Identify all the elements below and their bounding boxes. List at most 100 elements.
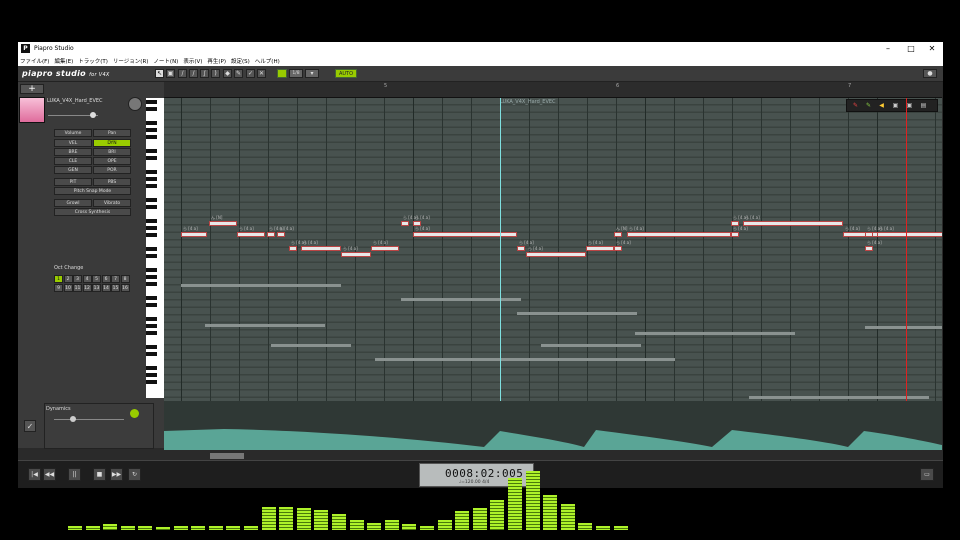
close-icon[interactable]: ✕: [922, 42, 942, 55]
mixer-icon[interactable]: ▤: [919, 102, 928, 110]
oct-button-7[interactable]: 7: [111, 275, 120, 283]
scroll-thumb[interactable]: [210, 453, 244, 459]
line-tool-icon[interactable]: /: [189, 69, 198, 78]
note[interactable]: [237, 232, 265, 237]
quantize-select[interactable]: 1/8: [289, 69, 303, 78]
note[interactable]: [731, 232, 739, 237]
param-ope[interactable]: OPE: [93, 157, 131, 165]
grid-toggle[interactable]: [277, 69, 287, 78]
vibrato-button[interactable]: Vibrato: [93, 199, 131, 207]
oct-button-6[interactable]: 6: [101, 275, 111, 283]
note[interactable]: [877, 232, 942, 237]
note[interactable]: [865, 232, 873, 237]
oct-button-15[interactable]: 15: [111, 284, 120, 292]
piano-roll[interactable]: 5 6 7 LUKA_V4X_Hard_EVEC ✎ ✎ ◀ ▣ ▣ ▤ ら […: [164, 82, 942, 450]
black-key[interactable]: [146, 198, 157, 202]
oct-button-5[interactable]: 5: [92, 275, 101, 283]
oct-button-14[interactable]: 14: [101, 284, 111, 292]
timeline-ruler[interactable]: 5 6 7: [164, 82, 942, 98]
note[interactable]: [209, 221, 237, 226]
copy-icon[interactable]: ▣: [891, 102, 900, 110]
black-key[interactable]: [146, 177, 157, 181]
black-key[interactable]: [146, 184, 157, 188]
minimize-icon[interactable]: –: [878, 42, 898, 55]
pitch-snap-mode-button[interactable]: Pitch Snap Mode: [54, 187, 131, 195]
note[interactable]: [743, 221, 843, 226]
black-key[interactable]: [146, 275, 157, 279]
auto-button[interactable]: AUTO: [335, 69, 357, 78]
black-key[interactable]: [146, 303, 157, 307]
black-key[interactable]: [146, 149, 157, 153]
cross-synthesis-button[interactable]: Cross Synthesis: [54, 208, 131, 216]
track-slider-handle[interactable]: [90, 112, 96, 118]
black-key[interactable]: [146, 254, 157, 258]
oct-button-12[interactable]: 12: [82, 284, 92, 292]
playhead[interactable]: [500, 98, 501, 450]
black-key[interactable]: [146, 100, 157, 104]
note[interactable]: [277, 232, 285, 237]
oct-button-3[interactable]: 3: [73, 275, 82, 283]
param-por[interactable]: POR: [93, 166, 131, 174]
black-key[interactable]: [146, 156, 157, 160]
menu-file[interactable]: ファイル(F): [20, 57, 49, 65]
menu-help[interactable]: ヘルプ(H): [255, 57, 280, 65]
pencil-green-icon[interactable]: ✎: [864, 102, 873, 110]
note[interactable]: [614, 246, 622, 251]
note[interactable]: [371, 246, 399, 251]
note[interactable]: [289, 246, 297, 251]
menu-track[interactable]: トラック(T): [78, 57, 108, 65]
black-key[interactable]: [146, 345, 157, 349]
black-key[interactable]: [146, 107, 157, 111]
dynamics-slider-handle[interactable]: [70, 416, 76, 422]
note[interactable]: [627, 232, 731, 237]
menu-note[interactable]: ノート(N): [153, 57, 178, 65]
black-key[interactable]: [146, 135, 157, 139]
param-cle[interactable]: CLE: [54, 157, 92, 165]
black-key[interactable]: [146, 331, 157, 335]
param-dyn[interactable]: DYN: [93, 139, 131, 147]
black-key[interactable]: [146, 317, 157, 321]
loop-end-marker[interactable]: [906, 98, 907, 450]
oct-button-4[interactable]: 4: [82, 275, 92, 283]
note[interactable]: [865, 246, 873, 251]
param-pbs[interactable]: PBS: [93, 178, 131, 186]
pencil-red-icon[interactable]: ✎: [851, 102, 860, 110]
black-key[interactable]: [146, 219, 157, 223]
note[interactable]: [526, 252, 586, 257]
note[interactable]: [181, 232, 207, 237]
black-key[interactable]: [146, 170, 157, 174]
marker-tool-icon[interactable]: ✎: [234, 69, 243, 78]
black-key[interactable]: [146, 352, 157, 356]
note[interactable]: [586, 246, 614, 251]
note[interactable]: [267, 232, 275, 237]
black-key[interactable]: [146, 282, 157, 286]
cancel-tool-icon[interactable]: ✕: [257, 69, 266, 78]
oct-button-1[interactable]: 1: [54, 275, 63, 283]
black-key[interactable]: [146, 324, 157, 328]
pointer-tool-icon[interactable]: ▣: [166, 69, 175, 78]
track-volume-knob[interactable]: [128, 97, 142, 111]
growl-button[interactable]: Growl: [54, 199, 92, 207]
oct-button-10[interactable]: 10: [63, 284, 73, 292]
note[interactable]: [401, 221, 409, 226]
note[interactable]: [517, 246, 525, 251]
settings-icon[interactable]: ●: [923, 69, 937, 78]
check-tool-icon[interactable]: ✓: [246, 69, 255, 78]
dynamics-lane[interactable]: [164, 401, 942, 450]
param-pit[interactable]: PIT: [54, 178, 92, 186]
param-gen[interactable]: GEN: [54, 166, 92, 174]
menu-view[interactable]: 表示(V): [183, 57, 202, 65]
black-key[interactable]: [146, 226, 157, 230]
horizontal-scrollbar[interactable]: [164, 452, 942, 460]
black-key[interactable]: [146, 296, 157, 300]
param-bri[interactable]: BRI: [93, 148, 131, 156]
note[interactable]: [341, 252, 371, 257]
black-key[interactable]: [146, 128, 157, 132]
add-track-button[interactable]: +: [20, 84, 44, 94]
quantize-dropdown-icon[interactable]: ▾: [305, 69, 319, 78]
dynamics-toggle[interactable]: [130, 409, 139, 418]
black-key[interactable]: [146, 380, 157, 384]
note[interactable]: [301, 246, 341, 251]
oct-button-16[interactable]: 16: [120, 284, 130, 292]
black-key[interactable]: [146, 366, 157, 370]
